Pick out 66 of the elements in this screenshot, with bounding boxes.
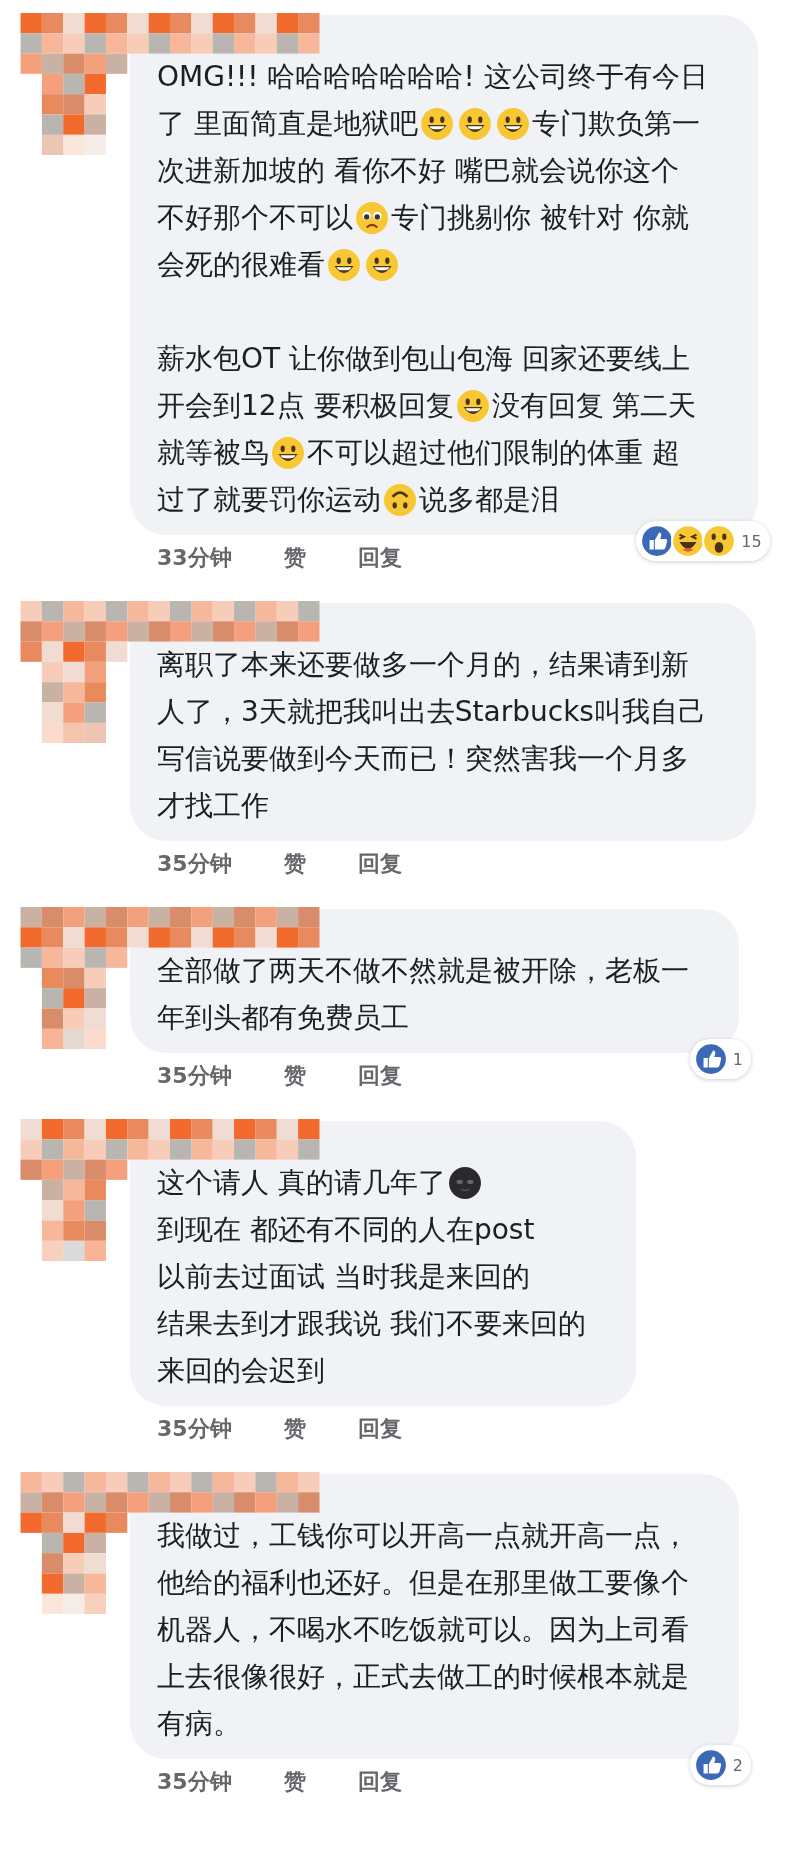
comment-text: 就等被鸟 — [157, 435, 269, 471]
comment-text: 才找工作 — [157, 788, 269, 824]
thumbs-up-icon — [693, 1042, 728, 1076]
thumbs-up-icon — [693, 1748, 728, 1782]
comment-text: 说多都是泪 — [419, 482, 559, 518]
reaction-count: 1 — [732, 1049, 743, 1069]
comment-text: 上去很像很好，正式去做工的时候根本就是 — [157, 1659, 689, 1695]
comment-time[interactable]: 33分钟 — [157, 543, 232, 573]
comment-text: 这个请人 真的请几年了 — [157, 1165, 446, 1201]
thumbs-up-icon — [640, 524, 675, 558]
smiley-icon — [271, 435, 305, 470]
smiley-icon — [419, 106, 454, 141]
comment-text: OMG!!! 哈哈哈哈哈哈哈! 这公司终于有今日 — [157, 59, 708, 95]
comment-text: 没有回复 第二天 — [491, 388, 697, 424]
comment-text: 以前去过面试 当时我是来回的 — [157, 1259, 530, 1295]
like-link[interactable]: 赞 — [283, 849, 306, 879]
comment-text: 过了就要罚你运动 — [157, 482, 381, 518]
comment-text: 他给的福利也还好。但是在那里做工要像个 — [157, 1565, 689, 1601]
reply-link[interactable]: 回复 — [357, 1414, 402, 1444]
comment-text: 到现在 都还有不同的人在post — [157, 1212, 535, 1248]
smiley-icon — [327, 247, 361, 282]
smiley-icon — [457, 106, 492, 141]
reaction-summary[interactable]: 2 — [689, 1745, 751, 1785]
comment-text: 结果去到才跟我说 我们不要来回的 — [157, 1306, 586, 1342]
smiley-icon — [365, 247, 399, 282]
comment-text: 来回的会迟到 — [157, 1353, 325, 1389]
comment-text: 专门欺负第一 — [531, 106, 700, 142]
moon-face-icon — [447, 1165, 482, 1200]
reply-link[interactable]: 回复 — [357, 849, 402, 879]
like-link[interactable]: 赞 — [283, 1767, 306, 1797]
comment-text: 不可以超过他们限制的体重 超 — [307, 435, 680, 471]
reply-link[interactable]: 回复 — [357, 543, 402, 573]
smiley-icon — [383, 482, 417, 517]
comment-text: 专门挑剔你 被针对 你就 — [391, 200, 689, 236]
comment-text: 机器人，不喝水不吃饭就可以。因为上司看 — [157, 1612, 689, 1648]
comment-time[interactable]: 35分钟 — [157, 849, 232, 879]
comment-text: 年到头都有免费员工 — [157, 1000, 409, 1036]
reaction-count: 2 — [732, 1755, 743, 1775]
surprised-face-icon — [702, 524, 737, 558]
comment-time[interactable]: 35分钟 — [157, 1414, 232, 1444]
laughing-face-icon — [671, 524, 706, 558]
comment-text: 我做过，工钱你可以开高一点就开高一点， — [157, 1518, 689, 1554]
smiley-icon — [495, 106, 530, 141]
smiley-icon — [455, 388, 490, 423]
comment-text: 写信说要做到今天而已！突然害我一个月多 — [157, 741, 689, 777]
comment-text: 有病。 — [157, 1706, 241, 1742]
comment-text: 次进新加坡的 看你不好 嘴巴就会说你这个 — [157, 153, 679, 189]
like-link[interactable]: 赞 — [283, 1061, 306, 1091]
comment-text: 离职了本来还要做多一个月的，结果请到新 — [157, 647, 689, 683]
reaction-count: 15 — [741, 531, 762, 551]
comment-time[interactable]: 35分钟 — [157, 1767, 232, 1797]
like-link[interactable]: 赞 — [283, 1414, 306, 1444]
smiley-icon — [355, 200, 389, 235]
reaction-summary[interactable]: 1 — [689, 1039, 751, 1079]
comment-text: 全部做了两天不做不然就是被开除，老板一 — [157, 953, 689, 989]
like-link[interactable]: 赞 — [283, 543, 306, 573]
comment-text: 开会到12点 要积极回复 — [157, 388, 454, 424]
comment-text: 会死的很难看 — [157, 247, 325, 283]
comment-text: 薪水包OT 让你做到包山包海 回家还要线上 — [157, 341, 690, 377]
comment-text: 了 里面简直是地狱吧 — [157, 106, 418, 142]
comment-time[interactable]: 35分钟 — [157, 1061, 232, 1091]
reaction-summary[interactable]: 15 — [636, 521, 770, 561]
comment-text: 不好那个不可以 — [157, 200, 353, 236]
comment-text: 人了，3天就把我叫出去Starbucks叫我自己 — [157, 694, 706, 730]
reply-link[interactable]: 回复 — [357, 1767, 402, 1797]
reply-link[interactable]: 回复 — [357, 1061, 402, 1091]
